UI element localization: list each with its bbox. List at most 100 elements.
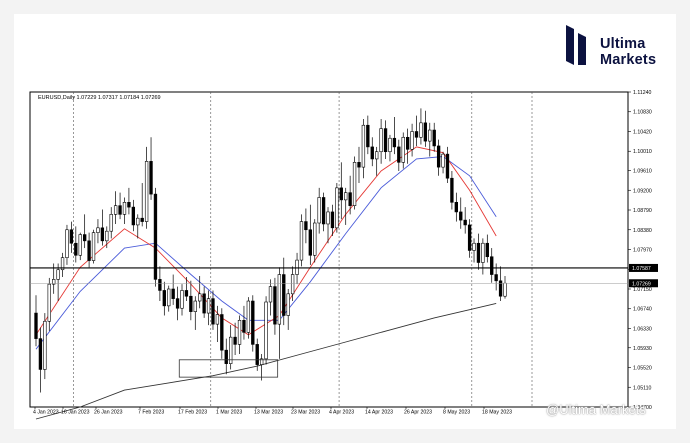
bear-candle-body (175, 298, 180, 309)
x-tick-label: 26 Apr 2023 (404, 410, 432, 416)
x-tick-label: 26 Jan 2023 (94, 410, 123, 416)
y-tick-label: 1.10420 (633, 129, 652, 135)
plot-area (29, 91, 629, 408)
bull-candle-body (193, 300, 197, 312)
bull-candle-body (472, 242, 476, 251)
candle (246, 297, 251, 339)
bear-candle-body (131, 206, 136, 226)
bull-candle-body (136, 217, 140, 226)
bear-candle-body (69, 229, 74, 244)
watermark-text: @Ultima Markets (546, 402, 646, 417)
bear-candle-body (339, 187, 343, 201)
bear-candle-body (162, 290, 166, 307)
bear-candle-body (476, 242, 481, 263)
bear-candle-body (357, 162, 361, 168)
y-tick-label: 1.10830 (633, 110, 652, 116)
bull-candle-body (105, 230, 109, 242)
bear-candle-body (184, 290, 189, 297)
bull-candle-body (56, 269, 60, 280)
bull-candle-body (352, 162, 357, 206)
y-tick-label: 1.10010 (633, 149, 652, 155)
x-tick-label: 23 Mar 2023 (291, 410, 320, 416)
bull-candle-body (299, 221, 304, 261)
bull-candle-body (65, 229, 69, 258)
bear-candle-body (140, 217, 144, 222)
x-tick-label: 4 Apr 2023 (329, 410, 354, 416)
bull-candle-body (246, 300, 251, 333)
bull-candle-body (295, 259, 299, 275)
bull-candle-body (379, 128, 383, 153)
bear-candle-body (423, 122, 428, 142)
bear-candle-body (370, 146, 374, 160)
bear-candle-body (485, 242, 489, 258)
x-tick-label: 4 Jan 2023 (33, 410, 59, 416)
bear-candle-body (202, 293, 206, 314)
bear-candle-body (220, 314, 224, 351)
candle (153, 187, 158, 287)
y-tick-label: 1.07970 (633, 248, 652, 254)
bull-candle-body (481, 242, 485, 263)
y-tick-label: 1.05930 (633, 346, 652, 352)
bull-candle-body (167, 288, 171, 307)
bear-candle-body (392, 137, 397, 148)
price-tag-label: 1.07587 (632, 266, 651, 272)
x-tick-label: 14 Apr 2023 (365, 410, 393, 416)
x-tick-label: 18 May 2023 (482, 410, 512, 416)
bear-candle-body (304, 221, 308, 231)
y-tick-label: 1.06330 (633, 326, 652, 332)
x-tick-label: 17 Feb 2023 (178, 410, 207, 416)
bull-candle-body (428, 129, 432, 142)
bear-candle-body (189, 295, 193, 312)
price-tag-label: 1.07269 (632, 281, 651, 287)
bear-candle-body (87, 240, 91, 261)
bull-candle-body (286, 293, 290, 316)
bear-candle-body (255, 344, 259, 365)
bear-candle-body (463, 219, 467, 226)
bear-candle-body (38, 338, 43, 370)
bull-candle-body (96, 227, 100, 233)
bear-candle-body (153, 193, 158, 280)
bull-candle-body (109, 214, 113, 232)
bear-candle-body (454, 202, 458, 213)
bear-candle-body (118, 205, 122, 215)
bear-candle-body (233, 336, 237, 345)
x-tick-label: 16 Jan 2023 (61, 410, 90, 416)
bull-candle-body (206, 298, 211, 314)
brand-line-1: Ultima (600, 36, 646, 52)
bear-candle-body (273, 286, 277, 325)
x-axis: 4 Jan 2023 16 Jan 2023 26 Jan 2023 7 Feb 20… (33, 407, 512, 416)
bull-candle-body (419, 122, 423, 138)
y-tick-label: 1.08380 (633, 228, 652, 234)
bear-candle-body (321, 197, 326, 225)
x-tick-label: 7 Feb 2023 (138, 410, 164, 416)
bear-candle-body (436, 145, 441, 168)
bull-candle-body (277, 274, 282, 325)
bear-candle-body (459, 211, 463, 221)
bull-candle-body (503, 282, 507, 297)
bear-candle-body (282, 274, 286, 316)
bear-candle-body (83, 234, 87, 242)
bull-candle-body (268, 286, 273, 303)
y-tick-label: 1.08790 (633, 208, 652, 214)
candle (251, 295, 255, 352)
bull-candle-body (290, 274, 295, 295)
bull-candle-body (313, 222, 317, 256)
y-tick-label: 1.05520 (633, 366, 652, 372)
bull-candle-body (113, 205, 118, 215)
y-tick-label: 1.07150 (633, 287, 652, 293)
bear-candle-body (100, 227, 105, 242)
bear-candle-body (414, 131, 419, 138)
candle (43, 313, 47, 380)
bull-candle-body (47, 283, 51, 322)
bull-candle-body (335, 187, 339, 229)
bull-candle-body (375, 151, 379, 160)
bull-candle-body (144, 161, 149, 222)
bear-candle-body (308, 229, 312, 256)
bear-candle-body (171, 288, 175, 299)
bear-candle-body (149, 161, 153, 195)
bull-candle-body (326, 211, 330, 225)
bear-candle-body (432, 129, 436, 147)
bear-candle-body (74, 242, 78, 256)
bull-candle-body (410, 131, 414, 150)
bear-candle-body (158, 279, 162, 291)
